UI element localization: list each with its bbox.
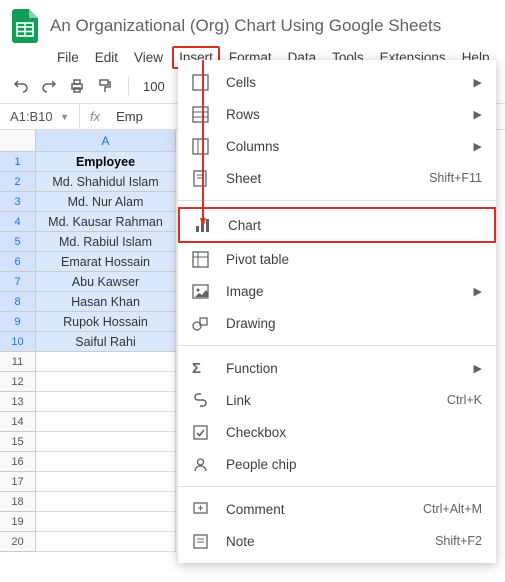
menu-item-image[interactable]: Image▶ — [178, 275, 496, 307]
menu-item-checkbox[interactable]: Checkbox — [178, 416, 496, 448]
row-header[interactable]: 5 — [0, 232, 36, 252]
cell[interactable] — [36, 532, 176, 552]
cell[interactable]: Rupok Hossain — [36, 312, 176, 332]
chevron-down-icon: ▼ — [60, 112, 69, 122]
zoom-level[interactable]: 100 — [143, 79, 165, 94]
row-header[interactable]: 16 — [0, 452, 36, 472]
menu-item-sheet[interactable]: SheetShift+F11 — [178, 162, 496, 194]
document-title[interactable]: An Organizational (Org) Chart Using Goog… — [50, 16, 441, 36]
checkbox-icon — [192, 423, 212, 441]
sheets-logo — [12, 8, 40, 44]
cell[interactable]: Saiful Rahi — [36, 332, 176, 352]
menu-item-drawing[interactable]: Drawing — [178, 307, 496, 339]
cell[interactable] — [36, 492, 176, 512]
menu-item-function[interactable]: ΣFunction▶ — [178, 352, 496, 384]
menu-item-rows[interactable]: Rows▶ — [178, 98, 496, 130]
cell[interactable]: Md. Rabiul Islam — [36, 232, 176, 252]
menu-file[interactable]: File — [50, 46, 86, 69]
row-header[interactable]: 7 — [0, 272, 36, 292]
cell[interactable] — [36, 392, 176, 412]
row-header[interactable]: 19 — [0, 512, 36, 532]
submenu-arrow-icon: ▶ — [474, 140, 482, 153]
row-header[interactable]: 10 — [0, 332, 36, 352]
pivot-table-icon — [192, 250, 212, 268]
cell[interactable]: Hasan Khan — [36, 292, 176, 312]
menu-item-comment[interactable]: CommentCtrl+Alt+M — [178, 493, 496, 525]
cell[interactable] — [36, 352, 176, 372]
drawing-icon — [192, 314, 212, 332]
sheet-icon — [192, 169, 212, 187]
row-header[interactable]: 11 — [0, 352, 36, 372]
cell[interactable] — [36, 512, 176, 532]
row-header[interactable]: 4 — [0, 212, 36, 232]
row-header[interactable]: 1 — [0, 152, 36, 172]
cell[interactable] — [36, 432, 176, 452]
submenu-arrow-icon: ▶ — [474, 285, 482, 298]
note-icon — [192, 532, 212, 550]
menu-edit[interactable]: Edit — [88, 46, 125, 69]
menu-item-pivot-table[interactable]: Pivot table — [178, 243, 496, 275]
row-header[interactable]: 14 — [0, 412, 36, 432]
redo-icon[interactable] — [40, 77, 58, 95]
row-header[interactable]: 9 — [0, 312, 36, 332]
cell[interactable] — [36, 452, 176, 472]
submenu-arrow-icon: ▶ — [474, 108, 482, 121]
select-all-corner[interactable] — [0, 130, 36, 152]
undo-icon[interactable] — [12, 77, 30, 95]
row-header[interactable]: 3 — [0, 192, 36, 212]
row-header[interactable]: 15 — [0, 432, 36, 452]
cells-icon — [192, 73, 212, 91]
submenu-arrow-icon: ▶ — [474, 76, 482, 89]
formula-bar[interactable]: Emp — [110, 109, 149, 124]
comment-icon — [192, 500, 212, 518]
row-header[interactable]: 20 — [0, 532, 36, 552]
cell[interactable]: Abu Kawser — [36, 272, 176, 292]
menu-item-link[interactable]: LinkCtrl+K — [178, 384, 496, 416]
row-header[interactable]: 12 — [0, 372, 36, 392]
people-chip-icon — [192, 455, 212, 473]
menu-item-people-chip[interactable]: People chip — [178, 448, 496, 480]
rows-icon — [192, 105, 212, 123]
submenu-arrow-icon: ▶ — [474, 362, 482, 375]
cell[interactable]: Md. Nur Alam — [36, 192, 176, 212]
paint-format-icon[interactable] — [96, 77, 114, 95]
row-header[interactable]: 18 — [0, 492, 36, 512]
link-icon — [192, 391, 212, 409]
print-icon[interactable] — [68, 77, 86, 95]
menu-item-cells[interactable]: Cells▶ — [178, 66, 496, 98]
cell[interactable] — [36, 472, 176, 492]
cell[interactable]: Md. Shahidul Islam — [36, 172, 176, 192]
chart-icon — [194, 216, 214, 234]
menu-item-columns[interactable]: Columns▶ — [178, 130, 496, 162]
cell[interactable]: Employee — [36, 152, 176, 172]
insert-menu-dropdown: Cells▶Rows▶Columns▶SheetShift+F11 ChartPi… — [178, 60, 496, 563]
function-icon: Σ — [192, 359, 212, 377]
row-header[interactable]: 6 — [0, 252, 36, 272]
menu-item-chart[interactable]: Chart — [178, 207, 496, 243]
cell[interactable] — [36, 412, 176, 432]
row-header[interactable]: 2 — [0, 172, 36, 192]
image-icon — [192, 282, 212, 300]
row-header[interactable]: 17 — [0, 472, 36, 492]
cell[interactable]: Emarat Hossain — [36, 252, 176, 272]
columns-icon — [192, 137, 212, 155]
cell[interactable] — [36, 372, 176, 392]
fx-label: fx — [80, 109, 110, 124]
menu-item-note[interactable]: NoteShift+F2 — [178, 525, 496, 557]
cell[interactable]: Md. Kausar Rahman — [36, 212, 176, 232]
menu-view[interactable]: View — [127, 46, 170, 69]
column-header[interactable]: A — [36, 130, 176, 152]
name-box[interactable]: A1:B10▼ — [0, 104, 80, 129]
row-header[interactable]: 8 — [0, 292, 36, 312]
row-header[interactable]: 13 — [0, 392, 36, 412]
